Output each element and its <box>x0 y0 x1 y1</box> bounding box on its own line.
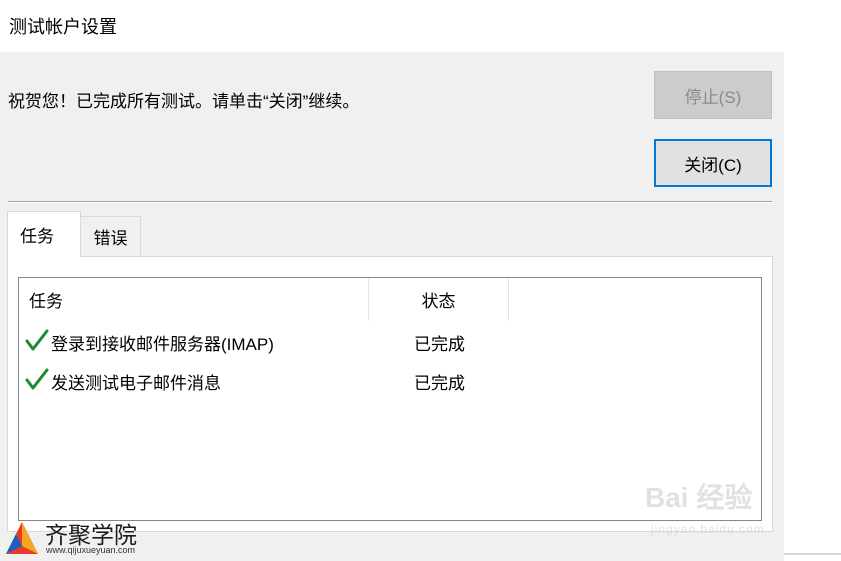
title-bar: 测试帐户设置 <box>0 0 841 52</box>
baidu-watermark: Bai 经验 jingyan.baidu.com <box>645 476 805 546</box>
column-header-task[interactable]: 任务 <box>19 278 369 321</box>
school-url: www.qijuxueyuan.com <box>46 545 136 555</box>
column-header-status[interactable]: 状态 <box>369 278 509 321</box>
table-row[interactable]: 发送测试电子邮件消息 已完成 <box>19 361 761 397</box>
checkmark-icon <box>25 329 49 351</box>
checkmark-icon <box>25 368 49 390</box>
separator <box>8 201 772 203</box>
stop-button[interactable]: 停止(S) <box>654 71 772 119</box>
school-logo-icon <box>6 522 38 554</box>
task-status: 已完成 <box>414 374 465 393</box>
baidu-watermark-url: jingyan.baidu.com <box>651 522 765 536</box>
table-row[interactable]: 登录到接收邮件服务器(IMAP) 已完成 <box>19 322 761 358</box>
close-button[interactable]: 关闭(C) <box>654 139 772 187</box>
school-watermark: 齐聚学院 www.qijuxueyuan.com <box>0 512 170 561</box>
baidu-watermark-text: Bai 经验 <box>645 482 753 513</box>
window-title: 测试帐户设置 <box>9 17 117 37</box>
task-name: 登录到接收邮件服务器(IMAP) <box>51 335 274 354</box>
tab-errors[interactable]: 错误 <box>81 216 141 256</box>
background-line <box>784 553 841 555</box>
task-status: 已完成 <box>414 335 465 354</box>
tab-tasks[interactable]: 任务 <box>7 211 81 257</box>
completion-message: 祝贺您！已完成所有测试。请单击“关闭”继续。 <box>8 92 360 111</box>
task-name: 发送测试电子邮件消息 <box>51 374 221 393</box>
